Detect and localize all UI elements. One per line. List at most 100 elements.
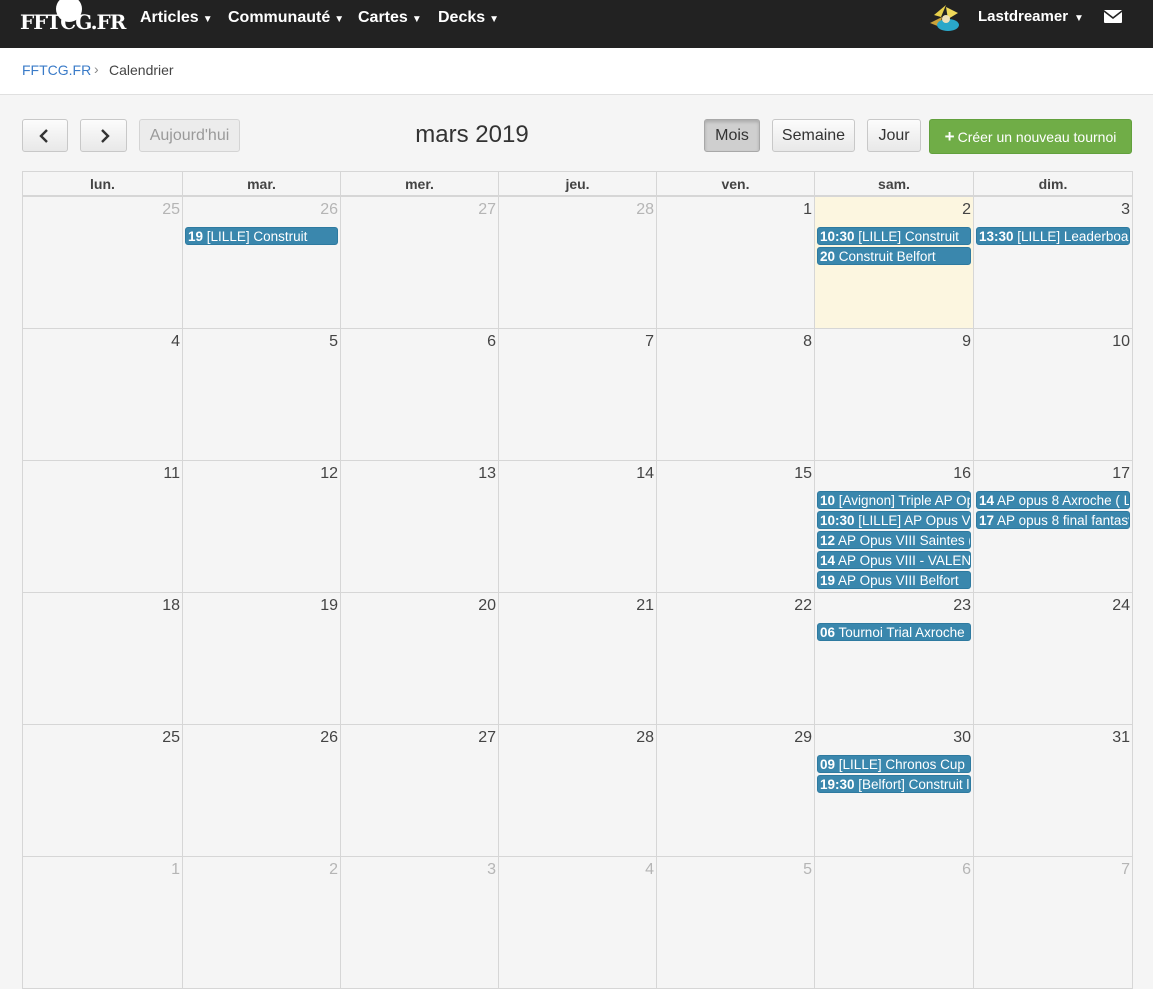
- calendar-event[interactable]: 19 AP Opus VIII Belfort: [817, 571, 971, 589]
- day-cell[interactable]: 20: [340, 592, 499, 725]
- day-cell[interactable]: 19: [182, 592, 341, 725]
- day-number[interactable]: 25: [162, 201, 180, 219]
- day-number[interactable]: 20: [478, 597, 496, 615]
- day-cell[interactable]: 25: [22, 196, 183, 329]
- mail-icon[interactable]: [1104, 10, 1122, 23]
- day-cell[interactable]: 24: [973, 592, 1133, 725]
- day-number[interactable]: 4: [645, 861, 654, 879]
- day-cell[interactable]: 26 19 [LILLE] Construit: [182, 196, 341, 329]
- day-cell[interactable]: 26: [182, 724, 341, 857]
- day-number[interactable]: 2: [962, 201, 971, 219]
- day-number[interactable]: 24: [1112, 597, 1130, 615]
- calendar-event[interactable]: 12 AP Opus VIII Saintes (: [817, 531, 971, 549]
- day-cell[interactable]: 30 09 [LILLE] Chronos Cup 19:30 [Belfort] …: [814, 724, 974, 857]
- day-number[interactable]: 18: [162, 597, 180, 615]
- view-week-button[interactable]: Semaine: [772, 119, 855, 152]
- day-number[interactable]: 28: [636, 729, 654, 747]
- view-month-button[interactable]: Mois: [704, 119, 760, 152]
- day-cell[interactable]: 14: [498, 460, 657, 593]
- day-number[interactable]: 22: [794, 597, 812, 615]
- day-cell[interactable]: 23 06 Tournoi Trial Axroche: [814, 592, 974, 725]
- day-number[interactable]: 14: [636, 465, 654, 483]
- day-cell[interactable]: 28: [498, 196, 657, 329]
- create-tournament-button[interactable]: + Créer un nouveau tournoi: [929, 119, 1132, 154]
- day-number[interactable]: 23: [953, 597, 971, 615]
- breadcrumb-home-link[interactable]: FFTCG.FR: [22, 62, 91, 78]
- day-cell[interactable]: 28: [498, 724, 657, 857]
- today-button[interactable]: Aujourd'hui: [139, 119, 240, 152]
- calendar-event[interactable]: 13:30 [LILLE] Leaderboard: [976, 227, 1130, 245]
- day-number[interactable]: 27: [478, 729, 496, 747]
- day-cell[interactable]: 13: [340, 460, 499, 593]
- day-number[interactable]: 12: [320, 465, 338, 483]
- day-cell[interactable]: 4: [22, 328, 183, 461]
- day-number[interactable]: 9: [962, 333, 971, 351]
- day-number[interactable]: 10: [1112, 333, 1130, 351]
- day-cell[interactable]: 1: [22, 856, 183, 989]
- day-number[interactable]: 16: [953, 465, 971, 483]
- day-number[interactable]: 3: [1121, 201, 1130, 219]
- day-cell[interactable]: 15: [656, 460, 815, 593]
- nav-cartes[interactable]: Cartes ▼: [358, 0, 422, 36]
- calendar-event[interactable]: 10:30 [LILLE] Construit: [817, 227, 971, 245]
- nav-decks[interactable]: Decks ▼: [438, 0, 499, 36]
- day-cell[interactable]: 7: [498, 328, 657, 461]
- day-cell[interactable]: 18: [22, 592, 183, 725]
- calendar-event[interactable]: 19:30 [Belfort] Construit l: [817, 775, 971, 793]
- day-number[interactable]: 30: [953, 729, 971, 747]
- day-number[interactable]: 26: [320, 201, 338, 219]
- day-cell[interactable]: 3 13:30 [LILLE] Leaderboard: [973, 196, 1133, 329]
- day-cell[interactable]: 4: [498, 856, 657, 989]
- day-number[interactable]: 4: [171, 333, 180, 351]
- day-cell[interactable]: 29: [656, 724, 815, 857]
- view-day-button[interactable]: Jour: [867, 119, 921, 152]
- day-cell[interactable]: 21: [498, 592, 657, 725]
- day-number[interactable]: 5: [803, 861, 812, 879]
- day-number[interactable]: 5: [329, 333, 338, 351]
- day-cell[interactable]: 12: [182, 460, 341, 593]
- day-cell[interactable]: 5: [182, 328, 341, 461]
- day-number[interactable]: 2: [329, 861, 338, 879]
- avatar[interactable]: [928, 3, 964, 35]
- day-cell[interactable]: 25: [22, 724, 183, 857]
- day-cell[interactable]: 6: [340, 328, 499, 461]
- site-logo[interactable]: FFTCG.FR: [20, 0, 126, 44]
- day-number[interactable]: 6: [487, 333, 496, 351]
- day-number[interactable]: 7: [645, 333, 654, 351]
- day-cell[interactable]: 5: [656, 856, 815, 989]
- user-menu[interactable]: Lastdreamer ▼: [978, 0, 1084, 36]
- day-number[interactable]: 8: [803, 333, 812, 351]
- calendar-event[interactable]: 10:30 [LILLE] AP Opus VIII: [817, 511, 971, 529]
- day-cell[interactable]: 31: [973, 724, 1133, 857]
- day-number[interactable]: 28: [636, 201, 654, 219]
- day-number[interactable]: 31: [1112, 729, 1130, 747]
- next-month-button[interactable]: [80, 119, 127, 152]
- day-number[interactable]: 19: [320, 597, 338, 615]
- day-number[interactable]: 1: [171, 861, 180, 879]
- day-cell[interactable]: 8: [656, 328, 815, 461]
- day-cell[interactable]: 3: [340, 856, 499, 989]
- day-cell[interactable]: 10: [973, 328, 1133, 461]
- day-cell[interactable]: 16 10 [Avignon] Triple AP Opus 10:30 [LILL…: [814, 460, 974, 593]
- calendar-event[interactable]: 09 [LILLE] Chronos Cup: [817, 755, 971, 773]
- day-number[interactable]: 13: [478, 465, 496, 483]
- day-number[interactable]: 26: [320, 729, 338, 747]
- day-number[interactable]: 11: [163, 465, 180, 483]
- calendar-event[interactable]: 10 [Avignon] Triple AP Opus: [817, 491, 971, 509]
- day-number[interactable]: 1: [803, 201, 812, 219]
- prev-month-button[interactable]: [22, 119, 68, 152]
- day-number[interactable]: 25: [162, 729, 180, 747]
- calendar-event[interactable]: 14 AP opus 8 Axroche ( L: [976, 491, 1130, 509]
- day-cell[interactable]: 7: [973, 856, 1133, 989]
- day-cell[interactable]: 27: [340, 724, 499, 857]
- calendar-event[interactable]: 06 Tournoi Trial Axroche: [817, 623, 971, 641]
- day-cell[interactable]: 2: [182, 856, 341, 989]
- day-cell[interactable]: 17 14 AP opus 8 Axroche ( L 17 AP opus 8 f…: [973, 460, 1133, 593]
- calendar-event[interactable]: 17 AP opus 8 final fantasy: [976, 511, 1130, 529]
- day-cell-today[interactable]: 2 10:30 [LILLE] Construit 20 Construit Bel…: [814, 196, 974, 329]
- day-number[interactable]: 17: [1112, 465, 1130, 483]
- day-cell[interactable]: 27: [340, 196, 499, 329]
- day-number[interactable]: 21: [636, 597, 654, 615]
- day-cell[interactable]: 11: [22, 460, 183, 593]
- day-number[interactable]: 27: [478, 201, 496, 219]
